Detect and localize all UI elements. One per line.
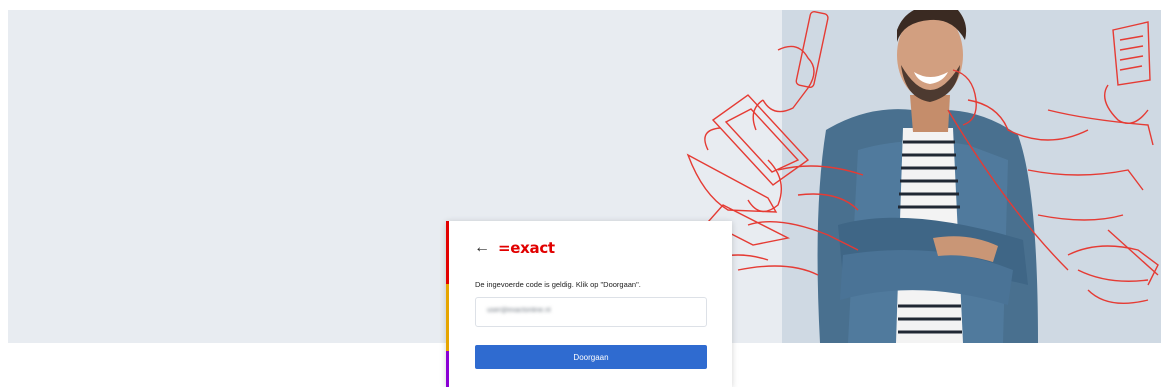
exact-logo: =exact	[498, 239, 555, 257]
email-value: user@exactonline.nl	[487, 307, 551, 314]
email-field[interactable]: user@exactonline.nl	[475, 297, 707, 327]
card-color-stripe	[446, 221, 449, 387]
person-photo	[817, 10, 1038, 343]
card-header: ← =exact	[474, 238, 555, 258]
stripe-purple	[446, 351, 449, 387]
login-card: ← =exact De ingevoerde code is geldig. K…	[446, 221, 732, 387]
stripe-yellow	[446, 284, 449, 351]
stripe-red	[446, 221, 449, 284]
continue-button[interactable]: Doorgaan	[475, 345, 707, 369]
arrow-left-icon[interactable]: ←	[474, 238, 492, 258]
code-valid-message: De ingevoerde code is geldig. Klik op "D…	[475, 280, 641, 289]
login-page: ← =exact De ingevoerde code is geldig. K…	[0, 0, 1161, 387]
